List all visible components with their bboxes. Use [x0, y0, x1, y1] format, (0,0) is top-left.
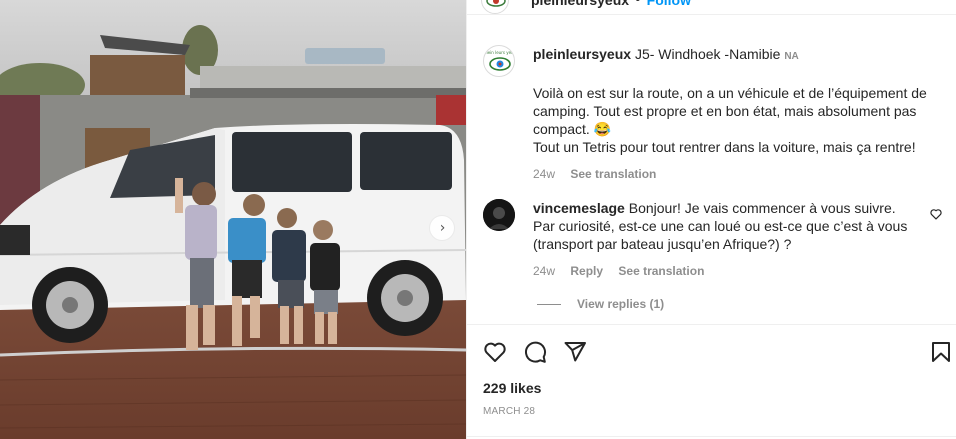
header-separator: • — [635, 0, 641, 9]
header-divider — [467, 14, 956, 15]
comment-username[interactable]: vincemeslage — [533, 200, 625, 216]
svg-text:plein leurs yeux: plein leurs yeux — [484, 50, 515, 55]
caption-line-2: Tout un Tetris pour tout rentrer dans la… — [533, 139, 916, 155]
caption-location: J5- Windhoek -Namibie — [634, 46, 781, 62]
eye-logo-icon — [486, 0, 506, 7]
caption-line-1: Voilà on est sur la route, on a un véhic… — [533, 85, 927, 137]
follow-button[interactable]: Follow — [647, 0, 691, 8]
header-avatar[interactable] — [481, 0, 509, 14]
footer-divider — [467, 436, 956, 437]
post-header: pleinleursyeux • Follow — [481, 0, 691, 14]
comment-time[interactable]: 24w — [533, 264, 555, 278]
caption-headline: pleinleursyeux J5- Windhoek -Namibie NA — [533, 45, 943, 66]
caption-avatar[interactable]: plein leurs yeux — [483, 45, 515, 77]
post-details-panel: pleinleursyeux • Follow plein leurs yeux… — [466, 0, 956, 439]
comment-meta: 24w Reply See translation — [533, 262, 918, 280]
caption-time[interactable]: 24w — [533, 167, 555, 181]
eye-logo-icon: plein leurs yeux — [484, 50, 515, 71]
actions-divider — [467, 324, 956, 325]
caption-username[interactable]: pleinleursyeux — [533, 46, 631, 62]
portrait-icon — [483, 199, 515, 231]
bookmark-icon[interactable] — [929, 340, 953, 364]
header-username[interactable]: pleinleursyeux — [531, 0, 629, 8]
likes-count[interactable]: 229 likes — [483, 380, 541, 396]
comment-content: vincemeslage Bonjour! Je vais commencer … — [533, 199, 918, 253]
chevron-right-icon: › — [439, 220, 446, 236]
carousel-next-button[interactable]: › — [429, 215, 455, 241]
comment-avatar[interactable] — [483, 199, 515, 231]
comment-body: vincemeslage Bonjour! Je vais commencer … — [533, 199, 918, 280]
replies-line — [537, 303, 561, 305]
heart-icon[interactable] — [483, 340, 507, 364]
comment-icon[interactable] — [523, 340, 547, 364]
photo-illustration — [0, 0, 466, 439]
caption-tag: NA — [784, 51, 799, 62]
view-replies-button[interactable]: View replies (1) — [537, 297, 664, 311]
comment-heart-icon[interactable] — [929, 207, 943, 221]
caption-see-translation-button[interactable]: See translation — [570, 167, 656, 181]
post-date[interactable]: MARCH 28 — [483, 406, 535, 417]
comment-reply-button[interactable]: Reply — [570, 264, 603, 278]
post-photo[interactable]: › — [0, 0, 466, 439]
paper-plane-icon[interactable] — [563, 340, 587, 364]
comment-see-translation-button[interactable]: See translation — [618, 264, 704, 278]
caption-body: pleinleursyeux J5- Windhoek -Namibie NA … — [533, 45, 943, 183]
caption-meta: 24w See translation — [533, 165, 943, 183]
caption-text: Voilà on est sur la route, on a un véhic… — [533, 84, 943, 156]
action-bar — [483, 340, 950, 364]
view-replies-label: View replies (1) — [577, 297, 665, 311]
